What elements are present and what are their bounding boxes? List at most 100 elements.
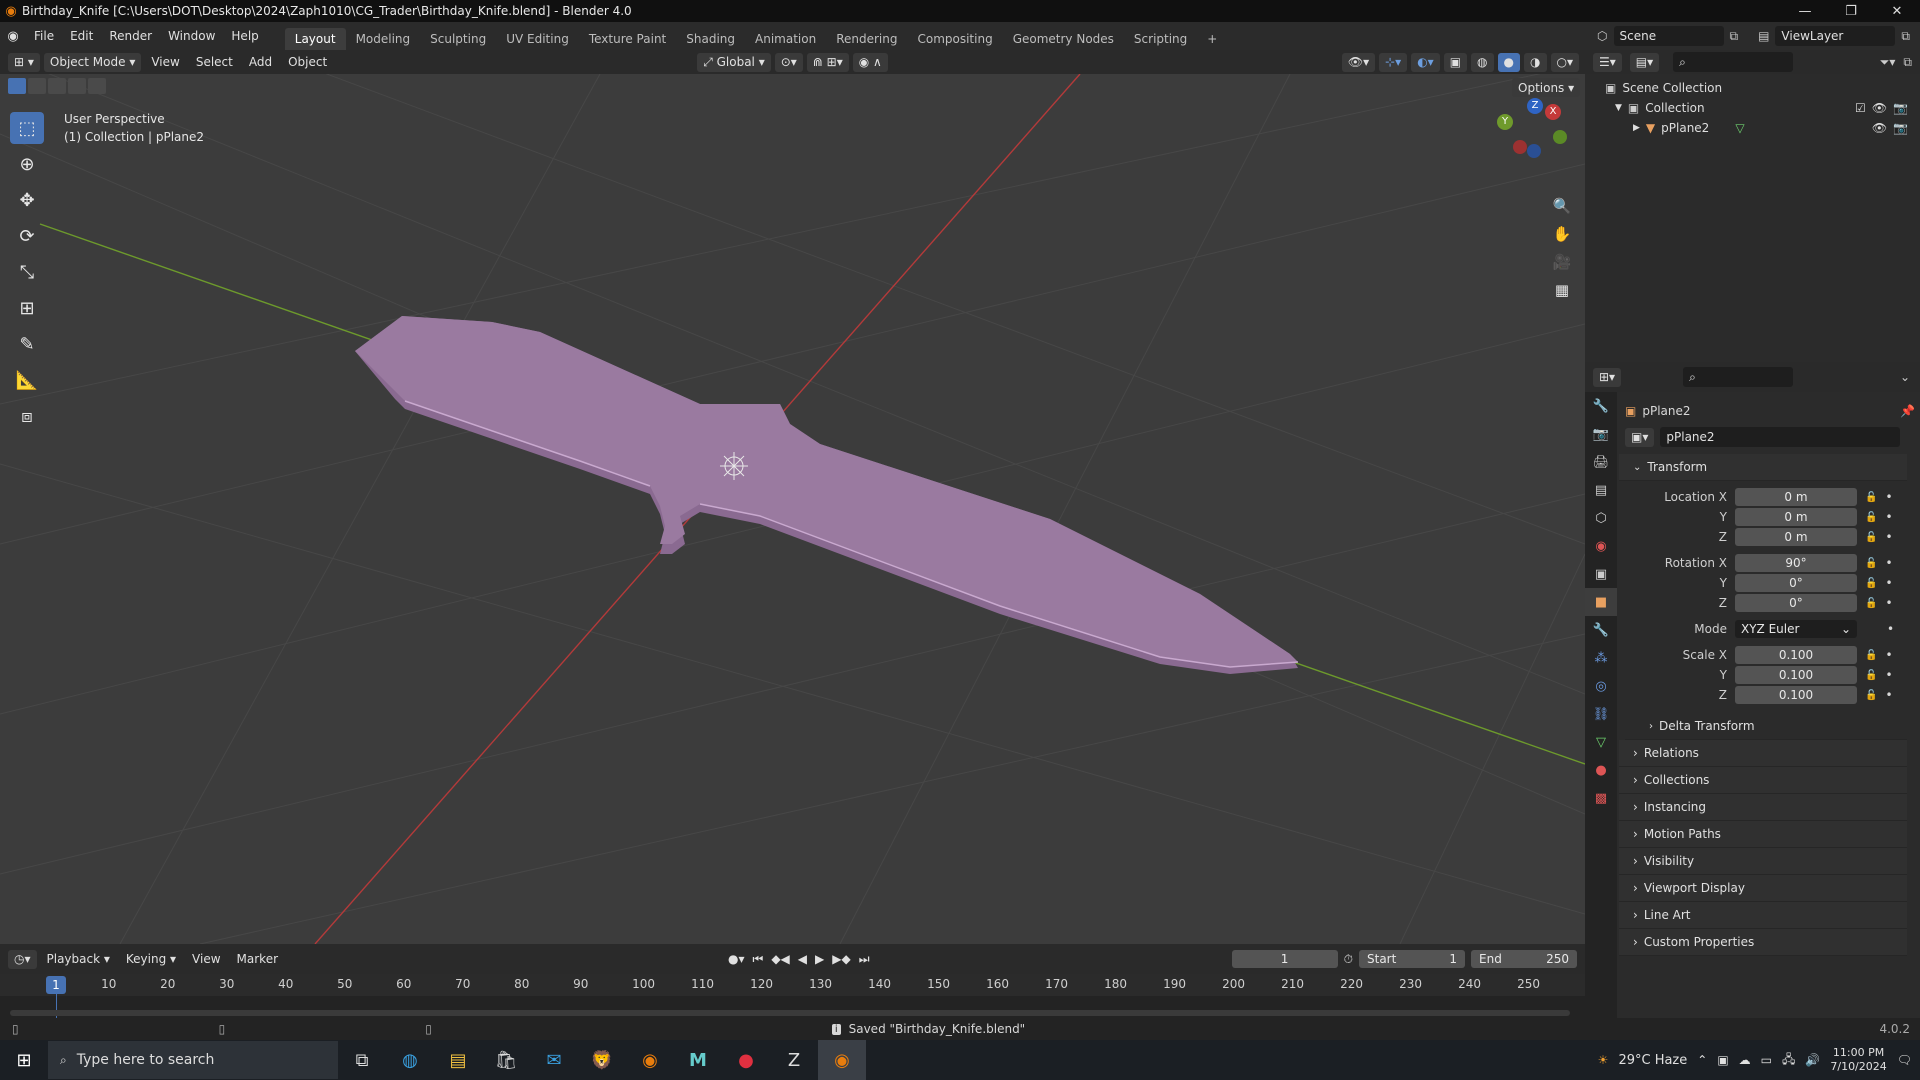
material-tab-icon[interactable]: ● <box>1585 756 1617 784</box>
scene-icon[interactable]: ⬡ <box>1597 29 1607 43</box>
timeline-scrollbar[interactable] <box>10 1010 1570 1016</box>
scale-z-field[interactable]: 0.100 <box>1735 686 1857 704</box>
scale-y-field[interactable]: 0.100 <box>1735 666 1857 684</box>
object-tab-icon[interactable]: ■ <box>1585 588 1617 616</box>
pin-icon[interactable]: 📌 <box>1900 404 1915 418</box>
texture-tab-icon[interactable]: ▩ <box>1585 784 1617 812</box>
select-invert-icon[interactable] <box>68 78 86 94</box>
location-x-field[interactable]: 0 m <box>1735 488 1857 506</box>
tab-animation[interactable]: Animation <box>745 28 826 50</box>
keyframe-dot-icon[interactable]: • <box>1885 668 1892 682</box>
taskbar-search[interactable]: ⌕ Type here to search <box>48 1041 338 1079</box>
play-icon[interactable]: ▶ <box>815 952 824 966</box>
end-frame-field[interactable]: End 250 <box>1471 950 1577 968</box>
keyframe-dot-icon[interactable]: • <box>1885 510 1892 524</box>
expand-icon[interactable]: ▼ <box>1615 103 1622 113</box>
location-z-field[interactable]: 0 m <box>1735 528 1857 546</box>
menu-window[interactable]: Window <box>160 29 223 43</box>
collapse-icon[interactable]: ⌄ <box>1900 370 1920 384</box>
gizmo-z-axis[interactable]: Z <box>1527 98 1543 114</box>
gizmo-toggle-icon[interactable]: ⊹▾ <box>1379 52 1408 72</box>
onedrive-icon[interactable]: ☁ <box>1739 1053 1751 1067</box>
tab-shading[interactable]: Shading <box>676 28 745 50</box>
add-workspace-button[interactable]: + <box>1197 28 1227 50</box>
world-tab-icon[interactable]: ◉ <box>1585 532 1617 560</box>
scale-x-field[interactable]: 0.100 <box>1735 646 1857 664</box>
view-layer-tab-icon[interactable]: ▤ <box>1585 476 1617 504</box>
lock-icon[interactable]: 🔓 <box>1865 512 1877 523</box>
menu-playback[interactable]: Playback ▾ <box>41 952 116 966</box>
select-intersect-icon[interactable] <box>88 78 106 94</box>
properties-editor-icon[interactable]: ⊞▾ <box>1593 367 1622 387</box>
lock-icon[interactable]: 🔓 <box>1865 492 1877 503</box>
gizmo-neg-z[interactable] <box>1527 144 1541 158</box>
display-mode-icon[interactable]: ▤▾ <box>1629 52 1660 72</box>
rotation-y-field[interactable]: 0° <box>1735 574 1857 592</box>
notifications-icon[interactable]: 🗨 <box>1897 1053 1912 1067</box>
panel-collections[interactable]: › Collections <box>1619 767 1907 794</box>
tray-chevron-icon[interactable]: ⌃ <box>1697 1053 1707 1067</box>
outliner-row-scene[interactable]: ▣ Scene Collection <box>1585 78 1920 98</box>
modifier-tab-icon[interactable]: 🔧 <box>1585 616 1617 644</box>
data-type-icon[interactable]: ▣▾ <box>1625 427 1655 447</box>
blender-menu-icon[interactable]: ◉ <box>0 29 26 44</box>
stopwatch-icon[interactable]: ⏱ <box>1344 952 1353 967</box>
panel-line-art[interactable]: › Line Art <box>1619 902 1907 929</box>
tray-app-icon[interactable]: ▣ <box>1717 1053 1728 1067</box>
camera-icon[interactable]: 📷 <box>1893 101 1908 115</box>
properties-search-icon[interactable]: ⌕ <box>1683 367 1794 387</box>
gizmo-y-axis[interactable]: Y <box>1497 114 1513 130</box>
tab-compositing[interactable]: Compositing <box>907 28 1002 50</box>
panel-motion-paths[interactable]: › Motion Paths <box>1619 821 1907 848</box>
output-tab-icon[interactable]: 🖨 <box>1585 448 1617 476</box>
navigation-gizmo[interactable]: Z X Y <box>1495 98 1567 168</box>
tab-modeling[interactable]: Modeling <box>346 28 421 50</box>
prev-keyframe-icon[interactable]: ◆◀ <box>771 952 789 966</box>
clock[interactable]: 11:00 PM 7/10/2024 <box>1830 1046 1886 1074</box>
keyframe-dot-icon[interactable]: • <box>1885 490 1892 504</box>
gizmo-neg-x[interactable] <box>1513 140 1527 154</box>
knife-mesh[interactable] <box>355 316 1299 674</box>
menu-object[interactable]: Object <box>282 55 333 69</box>
weather-text[interactable]: 29°C Haze <box>1618 1053 1687 1068</box>
next-keyframe-icon[interactable]: ▶◆ <box>832 952 850 966</box>
pivot-point-icon[interactable]: ⊙▾ <box>774 52 803 72</box>
physics-tab-icon[interactable]: ◎ <box>1585 672 1617 700</box>
eye-icon[interactable]: 👁 <box>1872 121 1887 135</box>
menu-keying[interactable]: Keying ▾ <box>120 952 182 966</box>
select-box-icon[interactable]: ⬚ <box>10 112 44 144</box>
battery-icon[interactable]: ▭ <box>1761 1053 1772 1067</box>
options-button[interactable]: Options ▾ <box>1512 78 1581 97</box>
red-app-icon[interactable]: ● <box>722 1040 770 1080</box>
keyframe-dot-icon[interactable]: • <box>1885 556 1892 570</box>
task-view-icon[interactable]: ⧉ <box>338 1040 386 1080</box>
play-reverse-icon[interactable]: ◀ <box>798 952 807 966</box>
keyframe-dot-icon[interactable]: • <box>1885 596 1892 610</box>
lock-icon[interactable]: 🔓 <box>1865 670 1877 681</box>
zoom-icon[interactable]: 🔍 <box>1548 192 1576 220</box>
new-scene-icon[interactable]: ⧉ <box>1730 29 1739 44</box>
tab-uv-editing[interactable]: UV Editing <box>496 28 579 50</box>
mesh-data-tab-icon[interactable]: ▽ <box>1585 728 1617 756</box>
camera-icon[interactable]: 📷 <box>1893 121 1908 135</box>
tool-tab-icon[interactable]: 🔧 <box>1585 392 1617 420</box>
network-icon[interactable]: 🖧 <box>1782 1050 1795 1071</box>
expand-icon[interactable]: ▶ <box>1633 123 1640 133</box>
rotate-icon[interactable]: ⟳ <box>10 220 44 252</box>
shading-rendered-icon[interactable]: ○▾ <box>1550 52 1579 72</box>
current-frame-field[interactable]: 1 <box>1231 950 1338 968</box>
zbrush-icon[interactable]: Z <box>770 1040 818 1080</box>
menu-edit[interactable]: Edit <box>62 29 101 43</box>
3d-viewport[interactable]: ⬚ ⊕ ✥ ⟳ ⤡ ⊞ ✎ 📐 ⧈ User Perspective (1) C… <box>0 74 1585 944</box>
shading-solid-icon[interactable]: ● <box>1497 52 1521 72</box>
panel-instancing[interactable]: › Instancing <box>1619 794 1907 821</box>
lock-icon[interactable]: 🔓 <box>1865 690 1877 701</box>
lock-icon[interactable]: 🔓 <box>1865 532 1877 543</box>
proportional-edit-icon[interactable]: ◉ ∧ <box>852 52 888 72</box>
scale-icon[interactable]: ⤡ <box>10 256 44 288</box>
checkbox-icon[interactable]: ☑ <box>1855 101 1866 115</box>
menu-select[interactable]: Select <box>190 55 239 69</box>
select-extend-icon[interactable] <box>28 78 46 94</box>
rotation-x-field[interactable]: 90° <box>1735 554 1857 572</box>
visibility-icon[interactable]: 👁▾ <box>1341 52 1376 72</box>
